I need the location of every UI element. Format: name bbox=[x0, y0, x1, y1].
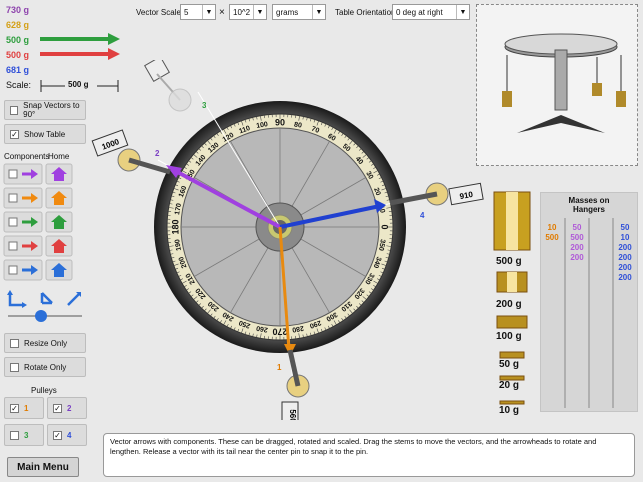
component-row-4[interactable] bbox=[3, 235, 73, 257]
checkbox[interactable] bbox=[10, 430, 19, 440]
pulley-2-toggle[interactable]: ✓ 2 bbox=[47, 397, 87, 419]
unit-select[interactable]: grams ▼ bbox=[272, 4, 326, 20]
weight-200-label: 200 g bbox=[496, 299, 522, 310]
snap-vectors-toggle[interactable]: Snap Vectors to 90° bbox=[4, 100, 86, 120]
vector-scale-label: Vector Scale: bbox=[136, 8, 184, 17]
svg-text:2: 2 bbox=[155, 149, 160, 158]
svg-text:3: 3 bbox=[202, 101, 207, 110]
component-row-2[interactable] bbox=[3, 187, 73, 209]
component-row-3[interactable] bbox=[3, 211, 73, 233]
legend-arrows[interactable] bbox=[40, 30, 122, 60]
svg-text:560: 560 bbox=[288, 409, 297, 420]
degree-label: 80 bbox=[293, 121, 302, 129]
scale-label: Scale: bbox=[6, 80, 32, 90]
pulley-3[interactable]: 3 bbox=[144, 60, 207, 112]
chevron-down-icon: ▼ bbox=[253, 5, 266, 19]
weight-50-label: 50 g bbox=[499, 359, 520, 370]
vector-label-3: 500 g bbox=[6, 35, 30, 45]
show-table-toggle[interactable]: ✓ Show Table bbox=[4, 124, 86, 144]
vector-scale-select[interactable]: 5 ▼ bbox=[180, 4, 216, 20]
weight-10-label: 10 g bbox=[499, 405, 520, 416]
degree-label: 90 bbox=[275, 118, 285, 128]
scale-value: 500 g bbox=[68, 80, 89, 89]
weight-500-label: 500 g bbox=[496, 256, 522, 267]
checkbox-checked[interactable]: ✓ bbox=[53, 403, 62, 413]
degree-label: 270 bbox=[272, 327, 287, 337]
vector-label-5: 681 g bbox=[6, 65, 30, 75]
degree-label: 0 bbox=[380, 224, 390, 229]
vector-label-2: 628 g bbox=[6, 20, 30, 30]
orientation-select[interactable]: 0 deg at right ▼ bbox=[392, 4, 470, 20]
home-label: Home bbox=[48, 152, 70, 161]
mass-col-1: 10 500 bbox=[545, 223, 559, 242]
mass-col-2: 50 500 200 200 bbox=[570, 223, 584, 262]
mass-col-3: 50 10 200 200 200 200 bbox=[618, 223, 632, 282]
checkbox-checked[interactable]: ✓ bbox=[10, 129, 19, 139]
orientation-label: Table Orientation: bbox=[335, 8, 398, 17]
pulley-1[interactable]: 1 560 bbox=[277, 349, 310, 420]
component-row-5[interactable] bbox=[3, 259, 73, 281]
checkbox[interactable] bbox=[10, 362, 19, 372]
checkbox[interactable] bbox=[10, 338, 19, 348]
vector-label-4: 500 g bbox=[6, 50, 30, 60]
weight-100-label: 100 g bbox=[496, 331, 522, 342]
masses-panel: Masses on Hangers 10 500 50 500 200 200 50 10… bbox=[540, 192, 638, 412]
degree-label: 180 bbox=[171, 219, 181, 234]
svg-text:4: 4 bbox=[420, 211, 425, 220]
chevron-down-icon: ▼ bbox=[456, 5, 469, 19]
pulley-2[interactable]: 2 1000 bbox=[91, 129, 171, 175]
component-mode-icons[interactable] bbox=[4, 289, 86, 325]
components-grid[interactable] bbox=[0, 162, 100, 284]
exponent-select[interactable]: 10^2 ▼ bbox=[229, 4, 267, 20]
pulley-1-toggle[interactable]: ✓ 1 bbox=[4, 397, 44, 419]
chevron-down-icon: ▼ bbox=[312, 5, 325, 19]
weight-20-label: 20 g bbox=[499, 380, 520, 391]
vector-label-1: 730 g bbox=[6, 5, 30, 15]
help-text: Vector arrows with components. These can… bbox=[103, 433, 635, 477]
main-menu-button[interactable]: Main Menu bbox=[7, 457, 79, 477]
pulley-4-toggle[interactable]: ✓ 4 bbox=[47, 424, 87, 446]
checkbox-checked[interactable]: ✓ bbox=[10, 403, 19, 413]
component-row-1[interactable] bbox=[3, 163, 73, 185]
components-label: Components bbox=[4, 152, 50, 161]
resize-only-toggle[interactable]: Resize Only bbox=[4, 333, 86, 353]
force-table[interactable]: 0102030405060708090100110120130140150160… bbox=[90, 60, 490, 420]
svg-text:1: 1 bbox=[277, 363, 282, 372]
checkbox-checked[interactable]: ✓ bbox=[53, 430, 62, 440]
pulleys-label: Pulleys bbox=[31, 386, 57, 395]
checkbox[interactable] bbox=[10, 105, 19, 115]
chevron-down-icon: ▼ bbox=[202, 5, 215, 19]
rotate-only-toggle[interactable]: Rotate Only bbox=[4, 357, 86, 377]
times-sign: × bbox=[219, 7, 225, 18]
pulley-3-toggle[interactable]: 3 bbox=[4, 424, 44, 446]
table-3d-preview bbox=[476, 4, 638, 166]
